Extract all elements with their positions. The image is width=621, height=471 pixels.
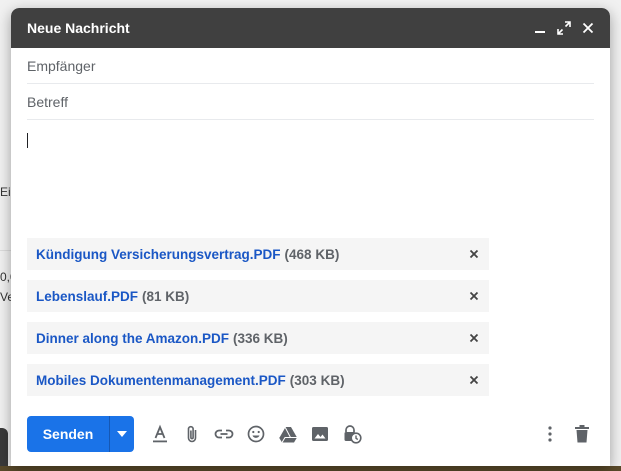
- attachment-name[interactable]: Dinner along the Amazon.PDF: [36, 331, 229, 346]
- text-caret: [27, 133, 28, 148]
- attachment-size: (303 KB): [289, 372, 345, 388]
- attachment-chip[interactable]: Mobiles Dokumentenmanagement.PDF (303 KB…: [27, 364, 489, 396]
- drive-icon[interactable]: [272, 418, 304, 450]
- minimize-icon[interactable]: [528, 16, 552, 40]
- send-button[interactable]: Senden: [27, 416, 109, 452]
- remove-attachment-icon[interactable]: [467, 331, 481, 345]
- attachment-chip[interactable]: Lebenslauf.PDF (81 KB): [27, 280, 489, 312]
- background-strip: [0, 466, 621, 471]
- background-panel: [0, 428, 8, 471]
- confidential-mode-icon[interactable]: [336, 418, 368, 450]
- discard-draft-icon[interactable]: [566, 418, 598, 450]
- attachment-list: Kündigung Versicherungsvertrag.PDF (468 …: [27, 238, 489, 406]
- attachment-size: (81 KB): [142, 288, 190, 304]
- attachment-name[interactable]: Kündigung Versicherungsvertrag.PDF: [36, 247, 281, 262]
- fullscreen-icon[interactable]: [552, 16, 576, 40]
- compose-header[interactable]: Neue Nachricht: [11, 8, 610, 48]
- attachment-chip[interactable]: Kündigung Versicherungsvertrag.PDF (468 …: [27, 238, 489, 270]
- send-options-button[interactable]: [110, 416, 134, 452]
- recipients-row: [27, 48, 594, 84]
- attachment-size: (336 KB): [233, 330, 288, 346]
- caret-down-icon: [117, 431, 127, 437]
- more-options-icon[interactable]: [534, 418, 566, 450]
- recipients-input[interactable]: [27, 57, 594, 74]
- compose-toolbar: Senden: [27, 416, 598, 452]
- close-icon[interactable]: [576, 16, 600, 40]
- background-text: Ei: [0, 185, 11, 199]
- attachment-chip[interactable]: Dinner along the Amazon.PDF (336 KB): [27, 322, 489, 354]
- remove-attachment-icon[interactable]: [467, 247, 481, 261]
- send-button-group: Senden: [27, 416, 134, 452]
- attachment-size: (468 KB): [284, 246, 340, 262]
- text-format-icon[interactable]: [144, 418, 176, 450]
- insert-link-icon[interactable]: [208, 418, 240, 450]
- formatting-tools: [144, 418, 368, 450]
- remove-attachment-icon[interactable]: [467, 289, 481, 303]
- subject-input[interactable]: [27, 93, 594, 110]
- emoji-icon[interactable]: [240, 418, 272, 450]
- remove-attachment-icon[interactable]: [467, 373, 481, 387]
- message-body[interactable]: [27, 130, 587, 230]
- attachment-name[interactable]: Lebenslauf.PDF: [36, 289, 138, 304]
- compose-window: Neue Nachricht Kündigung Versicherungsve…: [11, 8, 610, 466]
- compose-title: Neue Nachricht: [27, 20, 130, 36]
- attachment-name[interactable]: Mobiles Dokumentenmanagement.PDF: [36, 373, 286, 388]
- insert-photo-icon[interactable]: [304, 418, 336, 450]
- attach-file-icon[interactable]: [176, 418, 208, 450]
- subject-row: [27, 84, 594, 120]
